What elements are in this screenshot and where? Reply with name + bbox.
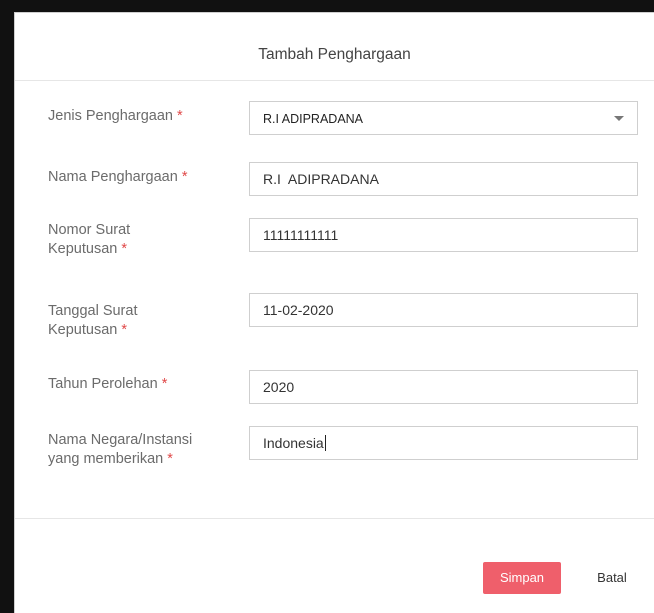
award-type-label-text: Jenis Penghargaan <box>48 108 173 124</box>
issuing-country-label-line1: Nama Negara/Instansi <box>48 432 193 448</box>
dialog-title: Tambah Penghargaan <box>258 46 411 63</box>
footer-divider <box>15 518 654 519</box>
decree-number-input[interactable]: 11111111111 <box>249 218 638 252</box>
award-type-select[interactable]: R.I ADIPRADANA <box>249 101 638 135</box>
decree-number-label-line1: Nomor Surat <box>48 222 131 238</box>
year-obtained-value: 2020 <box>263 379 295 395</box>
award-name-input[interactable]: R.I ADIPRADANA <box>249 162 638 196</box>
issuing-country-label-line2: yang memberikan <box>48 451 164 467</box>
award-name-label: Nama Penghargaan * <box>48 168 208 187</box>
decree-number-label: Nomor Surat Keputusan * <box>48 221 208 259</box>
decree-date-input[interactable]: 11-02-2020 <box>249 293 638 327</box>
required-marker: * <box>121 322 128 338</box>
decree-date-label-line1: Tanggal Surat <box>48 303 138 319</box>
award-type-selected-value: R.I ADIPRADANA <box>263 112 364 126</box>
required-marker: * <box>167 451 173 467</box>
issuing-country-input[interactable]: Indonesia <box>249 426 638 460</box>
required-marker: * <box>181 169 188 185</box>
issuing-country-value-wrap: Indonesia <box>263 435 326 451</box>
issuing-country-label: Nama Negara/Instansi yang memberikan * <box>48 431 208 469</box>
required-marker: * <box>177 108 183 124</box>
chevron-down-icon <box>614 116 624 121</box>
award-name-value: R.I ADIPRADANA <box>263 171 379 187</box>
dialog-header: Tambah Penghargaan <box>15 13 654 81</box>
year-obtained-label: Tahun Perolehan * <box>48 375 208 394</box>
award-type-label: Jenis Penghargaan * <box>48 107 208 126</box>
decree-date-label-line2: Keputusan <box>48 322 118 338</box>
decree-number-label-line2: Keputusan <box>48 241 118 257</box>
required-marker: * <box>161 376 168 392</box>
year-obtained-input[interactable]: 2020 <box>249 370 638 404</box>
issuing-country-value: Indonesia <box>263 435 324 451</box>
decree-date-label: Tanggal Surat Keputusan * <box>48 302 208 340</box>
add-award-dialog: Tambah Penghargaan Jenis Penghargaan * R… <box>14 12 654 613</box>
decree-date-value: 11-02-2020 <box>263 302 334 318</box>
save-button[interactable]: Simpan <box>483 562 561 594</box>
text-cursor <box>324 435 326 451</box>
required-marker: * <box>121 241 128 257</box>
year-obtained-label-text: Tahun Perolehan <box>48 376 158 392</box>
award-name-label-text: Nama Penghargaan <box>48 169 178 185</box>
decree-number-value: 11111111111 <box>263 227 339 243</box>
cancel-button[interactable]: Batal <box>587 562 637 594</box>
